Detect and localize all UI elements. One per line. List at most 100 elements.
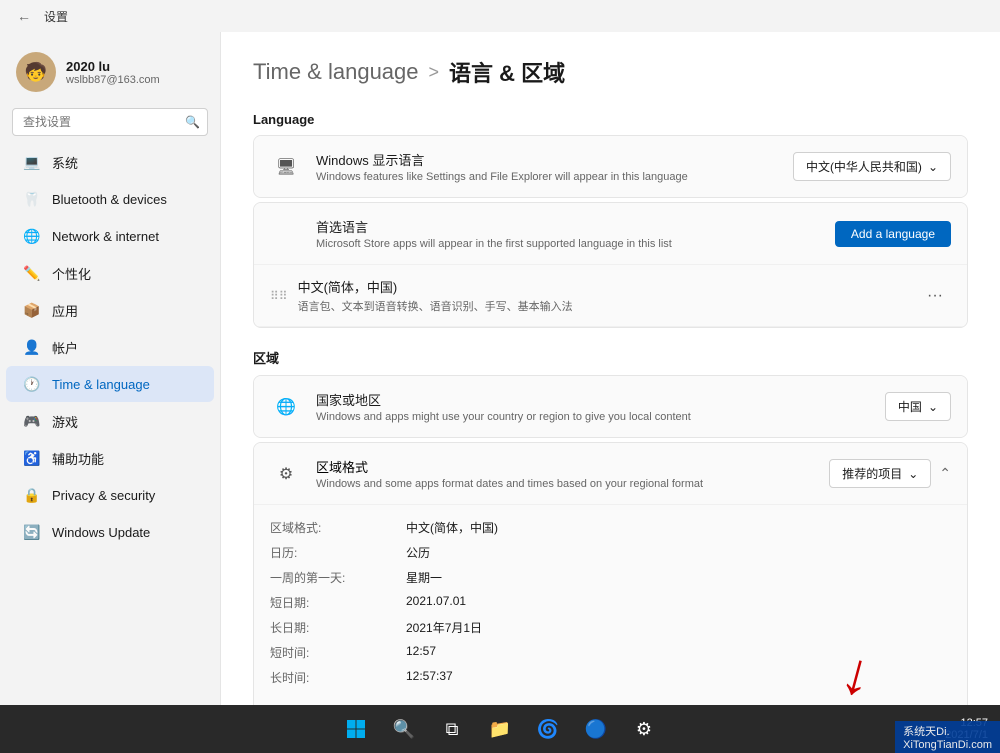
- network-icon: 🌐: [22, 226, 42, 246]
- sidebar-item-privacy[interactable]: 🔒 Privacy & security: [6, 477, 214, 513]
- short-time-label: 短时间:: [270, 642, 390, 663]
- regional-format-title: 区域格式: [316, 457, 829, 476]
- windows-display-language-row[interactable]: 🖥 Windows 显示语言 Windows features like Set…: [254, 136, 967, 197]
- windows-display-language-subtitle: Windows features like Settings and File …: [316, 171, 793, 183]
- taskbar-search-icon[interactable]: 🔍: [384, 709, 424, 749]
- sidebar-user[interactable]: 🧒 2020 lu wslbb87@163.com: [0, 40, 220, 104]
- breadcrumb: Time & language > 语言 & 区域: [253, 56, 968, 88]
- watermark: 系统天Di.XiTongTianDi.com: [895, 721, 1000, 753]
- sidebar-item-label: Bluetooth & devices: [52, 192, 167, 207]
- gaming-icon: 🎮: [22, 411, 42, 431]
- preferred-language-card: 首选语言 Microsoft Store apps will appear in…: [253, 202, 968, 328]
- chevron-down-icon: ⌄: [928, 400, 938, 414]
- calendar-value: 公历: [406, 542, 951, 563]
- sidebar-item-gaming[interactable]: 🎮 游戏: [6, 403, 214, 439]
- titlebar: ← 设置: [0, 0, 1000, 32]
- sidebar-item-label: 系统: [52, 153, 78, 172]
- taskbar-edge-icon[interactable]: 🌀: [528, 709, 568, 749]
- breadcrumb-separator: >: [429, 62, 440, 83]
- windows-display-language-card: 🖥 Windows 显示语言 Windows features like Set…: [253, 135, 968, 198]
- week-start-label: 一周的第一天:: [270, 567, 390, 588]
- preferred-language-row: 首选语言 Microsoft Store apps will appear in…: [254, 203, 967, 265]
- user-name: 2020 lu: [66, 59, 160, 74]
- monitor-icon: 🖥: [270, 151, 302, 183]
- regional-format-card: ⚙ 区域格式 Windows and some apps format date…: [253, 442, 968, 705]
- content-area: Time & language > 语言 & 区域 Language 🖥 Win…: [220, 32, 1000, 705]
- taskbar-settings-icon[interactable]: ⚙: [624, 709, 664, 749]
- sidebar-item-label: 应用: [52, 301, 78, 320]
- country-dropdown[interactable]: 中国 ⌄: [885, 392, 951, 421]
- week-start-value: 星期一: [406, 567, 951, 588]
- sidebar-item-label: 辅助功能: [52, 449, 104, 468]
- avatar: 🧒: [16, 52, 56, 92]
- language-item-row[interactable]: ⠿⠿ 中文(简体，中国) 语言包、文本到语音转换、语音识别、手写、基本输入法 ·…: [254, 265, 967, 327]
- chevron-down-icon: ⌄: [908, 467, 918, 481]
- taskbar-explorer-icon[interactable]: 📁: [480, 709, 520, 749]
- privacy-icon: 🔒: [22, 485, 42, 505]
- taskbar-taskview-icon[interactable]: ⧉: [432, 709, 472, 749]
- language-dropdown[interactable]: 中文(中华人民共和国) ⌄: [793, 152, 951, 181]
- sidebar-item-label: 游戏: [52, 412, 78, 431]
- apps-icon: 📦: [22, 300, 42, 320]
- main-layout: 🧒 2020 lu wslbb87@163.com 🔍 💻 系统 🦷 Bluet…: [0, 32, 1000, 705]
- sidebar-item-system[interactable]: 💻 系统: [6, 144, 214, 180]
- user-email: wslbb87@163.com: [66, 74, 160, 86]
- preferred-language-title: 首选语言: [316, 217, 835, 236]
- country-region-row[interactable]: 🌐 国家或地区 Windows and apps might use your …: [254, 376, 967, 437]
- sidebar-item-label: 个性化: [52, 264, 91, 283]
- language-section-header: Language: [253, 112, 968, 127]
- taskbar-windows-icon[interactable]: [336, 709, 376, 749]
- format-label: 区域格式:: [270, 517, 390, 538]
- region-section: 区域 🌐 国家或地区 Windows and apps might use yo…: [253, 348, 968, 705]
- country-region-card: 🌐 国家或地区 Windows and apps might use your …: [253, 375, 968, 438]
- regional-format-subtitle: Windows and some apps format dates and t…: [316, 478, 829, 490]
- sidebar: 🧒 2020 lu wslbb87@163.com 🔍 💻 系统 🦷 Bluet…: [0, 32, 220, 705]
- search-icon: 🔍: [185, 115, 200, 129]
- sidebar-item-apps[interactable]: 📦 应用: [6, 292, 214, 328]
- short-date-value: 2021.07.01: [406, 592, 951, 613]
- sidebar-item-label: Time & language: [52, 377, 150, 392]
- sidebar-item-time-language[interactable]: 🕐 Time & language: [6, 366, 214, 402]
- country-title: 国家或地区: [316, 390, 885, 409]
- accounts-icon: 👤: [22, 337, 42, 357]
- sidebar-item-label: Windows Update: [52, 525, 150, 540]
- short-date-label: 短日期:: [270, 592, 390, 613]
- time-language-icon: 🕐: [22, 374, 42, 394]
- sidebar-item-accounts[interactable]: 👤 帐户: [6, 329, 214, 365]
- taskbar: 🔍 ⧉ 📁 🌀 🔵 ⚙ 12:572021/7/1 系统天Di.XiTongTi…: [0, 705, 1000, 753]
- sidebar-item-label: 帐户: [52, 338, 78, 357]
- regional-format-dropdown[interactable]: 推荐的项目 ⌄: [829, 459, 931, 488]
- system-icon: 💻: [22, 152, 42, 172]
- lang-item-tags: 语言包、文本到语音转换、语音识别、手写、基本输入法: [298, 298, 919, 314]
- breadcrumb-current: 语言 & 区域: [449, 56, 565, 88]
- back-button[interactable]: ←: [12, 4, 36, 28]
- add-language-button[interactable]: Add a language: [835, 221, 951, 247]
- sidebar-item-label: Privacy & security: [52, 488, 155, 503]
- more-options-button[interactable]: ···: [919, 283, 951, 309]
- long-time-label: 长时间:: [270, 667, 390, 688]
- sidebar-item-bluetooth[interactable]: 🦷 Bluetooth & devices: [6, 181, 214, 217]
- sidebar-item-network[interactable]: 🌐 Network & internet: [6, 218, 214, 254]
- chevron-down-icon: ⌄: [928, 160, 938, 174]
- sidebar-item-windows-update[interactable]: 🔄 Windows Update: [6, 514, 214, 550]
- taskbar-chrome-icon[interactable]: 🔵: [576, 709, 616, 749]
- lang-item-name: 中文(简体，中国): [298, 277, 919, 296]
- sidebar-item-accessibility[interactable]: ♿ 辅助功能: [6, 440, 214, 476]
- titlebar-title: 设置: [44, 8, 68, 25]
- globe-icon: 🌐: [270, 391, 302, 423]
- sidebar-item-personalization[interactable]: ✏️ 个性化: [6, 255, 214, 291]
- calendar-label: 日历:: [270, 542, 390, 563]
- search-input[interactable]: [12, 108, 208, 136]
- chevron-up-icon: ⌃: [939, 465, 951, 482]
- sidebar-search-container: 🔍: [12, 108, 208, 136]
- breadcrumb-parent[interactable]: Time & language: [253, 59, 419, 85]
- sidebar-item-label: Network & internet: [52, 229, 159, 244]
- windows-update-icon: 🔄: [22, 522, 42, 542]
- long-date-value: 2021年7月1日: [406, 617, 951, 638]
- regional-format-row[interactable]: ⚙ 区域格式 Windows and some apps format date…: [254, 443, 967, 504]
- drag-handle-icon: ⠿⠿: [270, 289, 288, 303]
- bluetooth-icon: 🦷: [22, 189, 42, 209]
- format-value: 中文(简体，中国): [406, 517, 951, 538]
- accessibility-icon: ♿: [22, 448, 42, 468]
- country-subtitle: Windows and apps might use your country …: [316, 411, 885, 423]
